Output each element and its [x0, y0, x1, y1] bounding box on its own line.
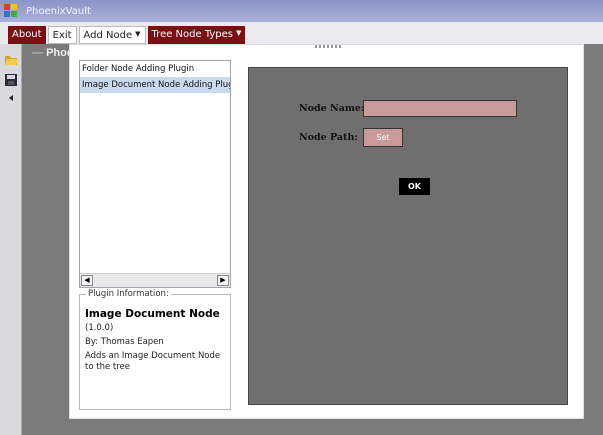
- window-title: PhoenixVault: [26, 5, 91, 17]
- list-item[interactable]: Folder Node Adding Plugin: [80, 61, 230, 77]
- plugin-information-legend: Plugin Information:: [86, 289, 171, 299]
- menu-exit-label: Exit: [52, 30, 72, 41]
- scroll-left-icon[interactable]: ◀: [81, 275, 93, 286]
- node-properties-panel: Node Name: Node Path: Set OK: [248, 67, 568, 405]
- app-icon: [4, 4, 18, 18]
- plugin-version: (1.0.0): [85, 323, 114, 333]
- menu-tree-node-types[interactable]: Tree Node Types ▼: [147, 26, 246, 44]
- save-icon[interactable]: [5, 74, 18, 86]
- set-path-button[interactable]: Set: [363, 128, 403, 147]
- ok-button[interactable]: OK: [399, 178, 430, 195]
- menu-add-node-label: Add Node: [83, 30, 133, 41]
- node-name-label: Node Name:: [299, 103, 365, 114]
- plugin-name: Image Document Node Adding Plugin: [85, 308, 220, 320]
- menu-add-node[interactable]: Add Node ▼: [78, 26, 146, 44]
- chevron-down-icon: ▼: [135, 30, 141, 38]
- resize-grip[interactable]: [315, 45, 341, 48]
- plugin-author: By: Thomas Eapen: [85, 337, 164, 347]
- node-path-label: Node Path:: [299, 132, 358, 143]
- node-name-input[interactable]: [363, 100, 517, 117]
- chevron-down-icon: ▼: [236, 29, 242, 37]
- horizontal-scrollbar[interactable]: ◀ ▶: [80, 273, 230, 287]
- menu-exit[interactable]: Exit: [47, 26, 77, 44]
- title-bar: PhoenixVault: [0, 0, 603, 22]
- open-folder-icon[interactable]: [5, 54, 18, 66]
- menu-tree-node-types-label: Tree Node Types: [151, 29, 234, 40]
- background-window-title: — Phoe: [32, 47, 73, 59]
- menu-about-label: About: [12, 29, 42, 40]
- plugin-information-box: Plugin Information: Image Document Node …: [79, 289, 231, 410]
- plugin-description: Adds an Image Document Node to the tree: [85, 351, 221, 372]
- toolbar: [0, 44, 22, 435]
- collapse-arrow-icon[interactable]: [5, 92, 18, 104]
- menu-about[interactable]: About: [8, 26, 46, 44]
- menu-bar: About Exit Add Node ▼ Tree Node Types ▼: [0, 22, 603, 44]
- plugin-list[interactable]: Folder Node Adding Plugin Image Document…: [79, 60, 231, 288]
- scroll-right-icon[interactable]: ▶: [217, 275, 229, 286]
- list-item[interactable]: Image Document Node Adding Plugin: [80, 77, 230, 93]
